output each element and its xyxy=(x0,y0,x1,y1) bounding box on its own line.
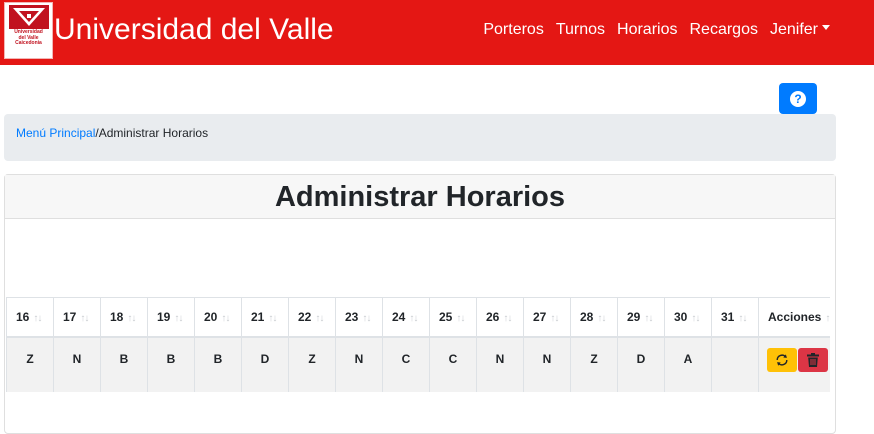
table-cell: B xyxy=(147,336,195,392)
university-logo[interactable]: Universidad del Valle Caicedonia xyxy=(4,2,53,59)
table-cell xyxy=(711,336,759,392)
table-cell: N xyxy=(53,336,101,392)
logo-emblem-icon xyxy=(8,5,49,29)
column-header[interactable]: 18 ↑↓ xyxy=(100,297,148,338)
help-button[interactable]: ? xyxy=(779,83,817,114)
table-cell: Z xyxy=(288,336,336,392)
breadcrumb: Menú Principal/Administrar Horarios xyxy=(4,114,836,161)
column-header-acciones[interactable]: Acciones↑↓ xyxy=(758,297,830,338)
column-header[interactable]: 19 ↑↓ xyxy=(147,297,195,338)
question-circle-icon: ? xyxy=(790,90,806,107)
table-cell: D xyxy=(241,336,289,392)
sort-icon[interactable]: ↑↓ xyxy=(691,313,700,324)
column-header[interactable]: 22 ↑↓ xyxy=(288,297,336,338)
sort-icon[interactable]: ↑↓ xyxy=(738,313,747,324)
nav-links: Porteros Turnos Horarios Recargos Jenife… xyxy=(483,19,830,41)
column-header[interactable]: 24 ↑↓ xyxy=(382,297,430,338)
column-header[interactable]: 28 ↑↓ xyxy=(570,297,618,338)
user-menu[interactable]: Jenifer xyxy=(770,19,830,41)
sort-icon[interactable]: ↑↓ xyxy=(174,313,183,324)
top-navbar: Universidad del Valle Caicedonia Univers… xyxy=(0,0,874,65)
column-header[interactable]: 26 ↑↓ xyxy=(476,297,524,338)
column-header[interactable]: 27 ↑↓ xyxy=(523,297,571,338)
sort-icon[interactable]: ↑↓ xyxy=(644,313,653,324)
sort-icon[interactable]: ↑↓ xyxy=(127,313,136,324)
column-header[interactable]: 30 ↑↓ xyxy=(664,297,712,338)
nav-item-recargos[interactable]: Recargos xyxy=(689,19,757,41)
table-cell: B xyxy=(100,336,148,392)
column-header[interactable]: 21 ↑↓ xyxy=(241,297,289,338)
logo-text: Universidad del Valle Caicedonia xyxy=(14,29,43,46)
sync-button[interactable] xyxy=(767,347,797,372)
sort-icon[interactable]: ↑↓ xyxy=(597,313,606,324)
column-header[interactable]: 25 ↑↓ xyxy=(429,297,477,338)
table-cell: Z xyxy=(6,336,54,392)
trash-icon xyxy=(807,352,819,367)
table-cell: C xyxy=(429,336,477,392)
table-cell: N xyxy=(476,336,524,392)
sort-icon[interactable]: ↑↓ xyxy=(268,313,277,324)
nav-item-turnos[interactable]: Turnos xyxy=(556,19,605,41)
column-header[interactable]: 20 ↑↓ xyxy=(194,297,242,338)
table-cell: C xyxy=(382,336,430,392)
actions-cell xyxy=(758,336,830,392)
table-cell: A xyxy=(664,336,712,392)
column-header[interactable]: 29 ↑↓ xyxy=(617,297,665,338)
table-header-row: 16 ↑↓ 17 ↑↓ 18 ↑↓ 19 ↑↓ 20 ↑↓ 21 ↑↓ 22 ↑↓ 23 ↑↓ … xyxy=(6,297,830,338)
sort-icon[interactable]: ↑↓ xyxy=(221,313,230,324)
sort-icon[interactable]: ↑↓ xyxy=(80,313,89,324)
table-cell: N xyxy=(523,336,571,392)
sort-icon[interactable]: ↑↓ xyxy=(315,313,324,324)
sort-icon[interactable]: ↑↓ xyxy=(362,313,371,324)
column-header[interactable]: 17 ↑↓ xyxy=(53,297,101,338)
page-title: Administrar Horarios xyxy=(274,180,566,213)
schedule-table-container[interactable]: 16 ↑↓ 17 ↑↓ 18 ↑↓ 19 ↑↓ 20 ↑↓ 21 ↑↓ 22 ↑↓ 23 ↑↓ … xyxy=(6,297,830,392)
nav-item-porteros[interactable]: Porteros xyxy=(483,19,543,41)
breadcrumb-current: Administrar Horarios xyxy=(98,126,209,140)
caret-down-icon xyxy=(822,25,830,31)
nav-item-horarios[interactable]: Horarios xyxy=(617,19,677,41)
sort-icon[interactable]: ↑↓ xyxy=(503,313,512,324)
table-cell: Z xyxy=(570,336,618,392)
user-menu-label: Jenifer xyxy=(769,21,818,38)
column-header[interactable]: 16 ↑↓ xyxy=(6,297,54,338)
table-cell: D xyxy=(617,336,665,392)
sort-icon[interactable]: ↑↓ xyxy=(825,313,830,324)
card-header: Administrar Horarios xyxy=(5,175,835,219)
sync-icon xyxy=(776,353,788,366)
table-cell: N xyxy=(335,336,383,392)
breadcrumb-home-link[interactable]: Menú Principal xyxy=(16,126,95,140)
column-header[interactable]: 23 ↑↓ xyxy=(335,297,383,338)
sort-icon[interactable]: ↑↓ xyxy=(550,313,559,324)
brand-title[interactable]: Universidad del Valle xyxy=(54,11,334,49)
table-row: Z N B B B D Z N C C N N Z D A xyxy=(6,336,830,392)
delete-button[interactable] xyxy=(798,347,828,372)
sort-icon[interactable]: ↑↓ xyxy=(456,313,465,324)
schedule-table: 16 ↑↓ 17 ↑↓ 18 ↑↓ 19 ↑↓ 20 ↑↓ 21 ↑↓ 22 ↑↓ 23 ↑↓ … xyxy=(6,297,830,392)
column-header[interactable]: 31 ↑↓ xyxy=(711,297,759,338)
sort-icon[interactable]: ↑↓ xyxy=(33,313,42,324)
sort-icon[interactable]: ↑↓ xyxy=(409,313,418,324)
table-cell: B xyxy=(194,336,242,392)
